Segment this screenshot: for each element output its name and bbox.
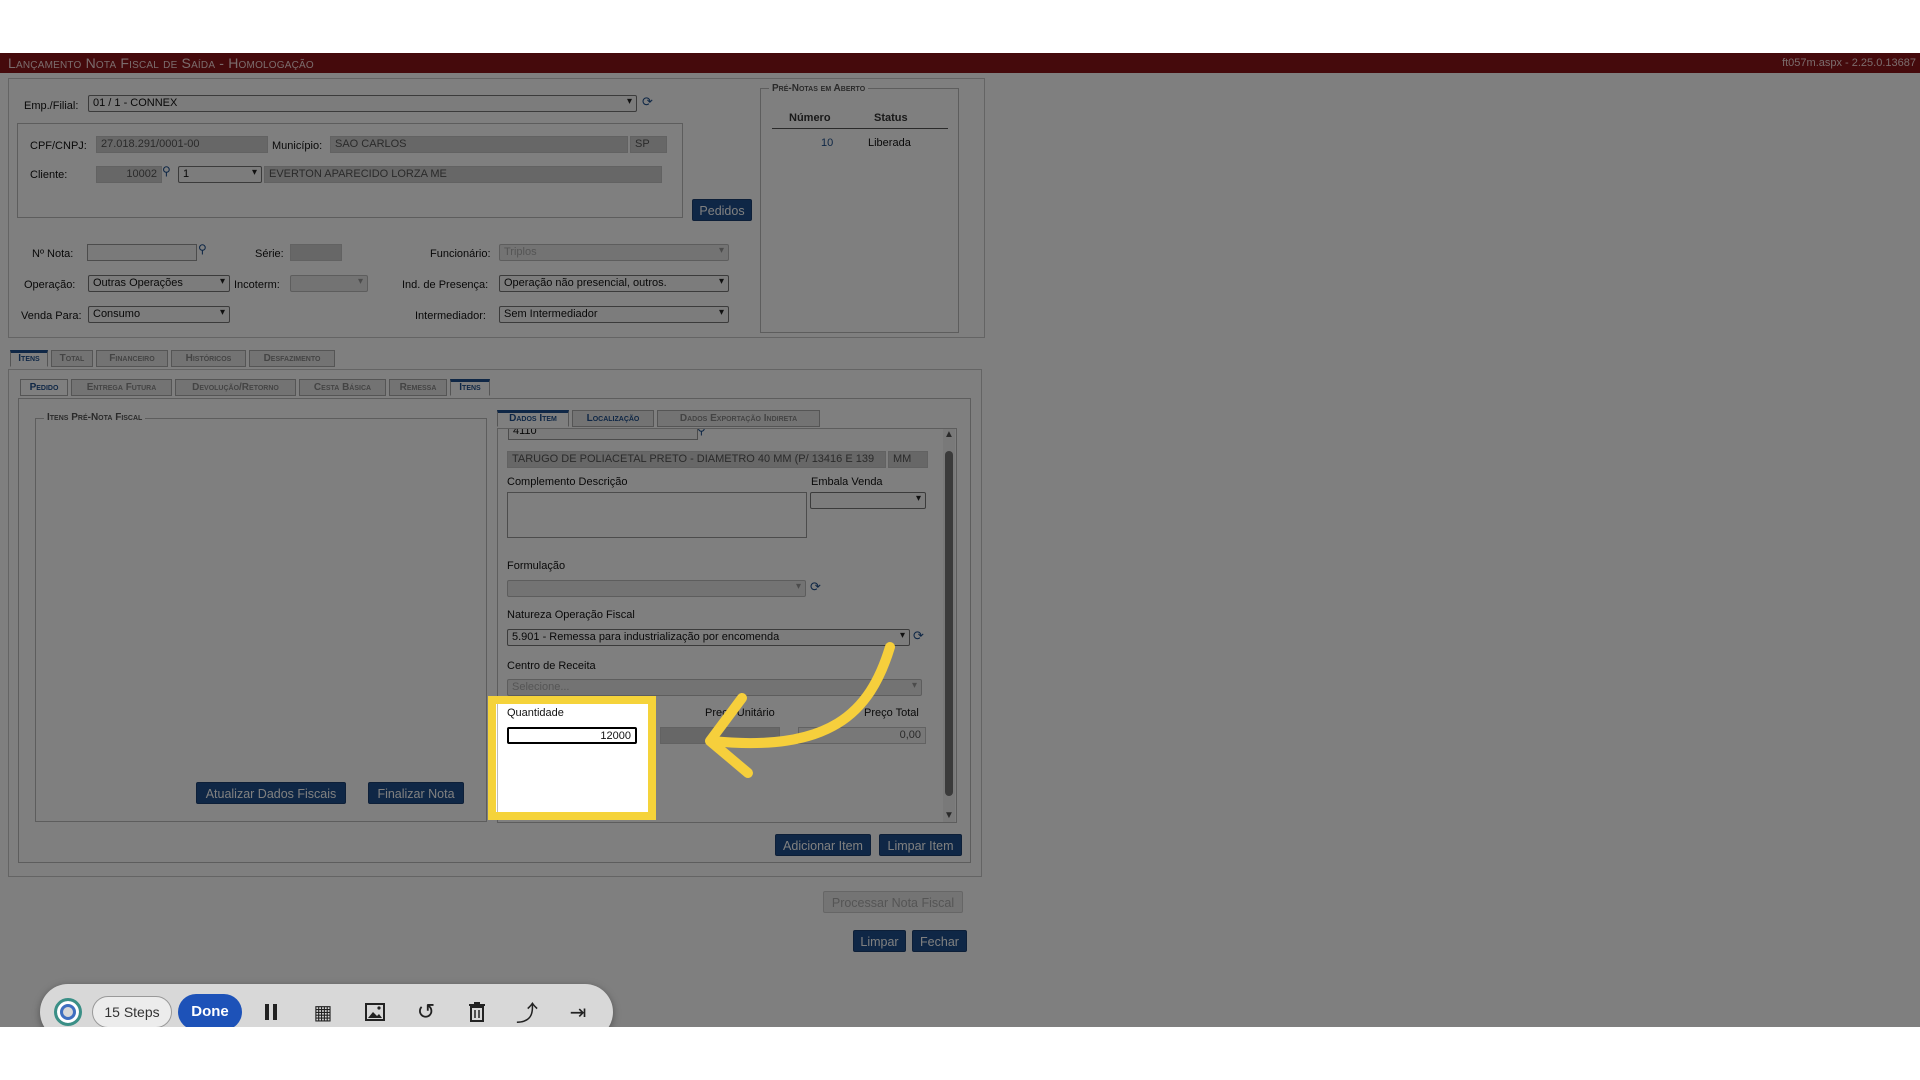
upload-icon[interactable]: ⤴ [512, 984, 542, 1027]
blur-icon[interactable]: ▦ [308, 984, 338, 1027]
annotation-arrow-icon [705, 642, 895, 778]
steps-label: 15 Steps [92, 996, 172, 1027]
undo-icon[interactable]: ↺ [411, 984, 441, 1027]
steps-badge[interactable]: 15 Steps [92, 984, 172, 1027]
pause-icon[interactable] [256, 984, 286, 1027]
done-button[interactable]: Done [178, 984, 242, 1027]
trash-icon[interactable] [462, 984, 492, 1027]
logo-icon[interactable] [50, 984, 86, 1027]
image-icon[interactable] [360, 984, 390, 1027]
skip-to-end-icon[interactable]: ⇥ [561, 984, 595, 1027]
done-label: Done [178, 994, 242, 1027]
app-window: Lançamento Nota Fiscal de Saída - Homolo… [0, 53, 1920, 1027]
recorder-toolbar: 15 Steps Done ▦ ↺ ⤴ ⇥ [40, 984, 613, 1027]
screen: Lançamento Nota Fiscal de Saída - Homolo… [0, 0, 1920, 1080]
